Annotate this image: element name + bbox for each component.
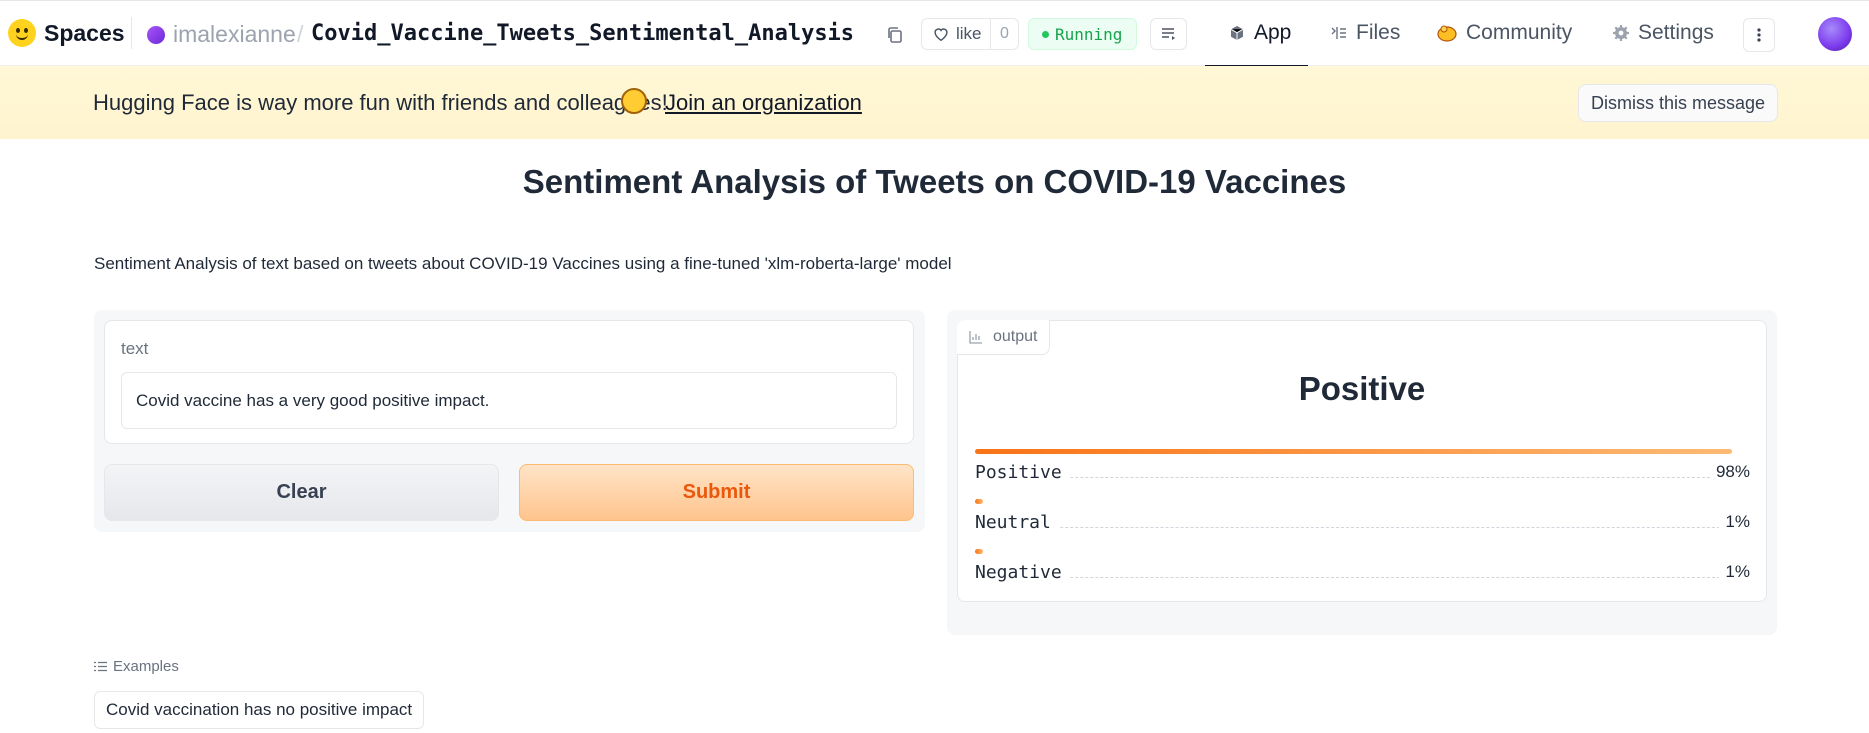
hugging-face-logo-icon <box>8 19 36 47</box>
tab-label: App <box>1254 21 1292 44</box>
confidence-value: 1% <box>1719 512 1750 532</box>
confidence-row-positive: Positive 98% <box>975 460 1750 488</box>
submit-button[interactable]: Submit <box>519 464 914 521</box>
spaces-home-link[interactable]: Spaces <box>8 19 125 47</box>
owner-avatar[interactable] <box>147 26 165 44</box>
brand-name: Spaces <box>44 19 125 46</box>
tab-app[interactable]: App <box>1228 21 1291 45</box>
more-vertical-icon <box>1757 28 1761 42</box>
like-label: like <box>956 24 982 43</box>
tab-label: Files <box>1356 21 1401 44</box>
join-organization-link[interactable]: Join an organization <box>665 90 862 116</box>
confidence-value: 1% <box>1719 562 1750 582</box>
confidence-bar-negative <box>975 549 983 554</box>
app-description: Sentiment Analysis of text based on twee… <box>94 254 952 273</box>
tab-community[interactable]: Community <box>1436 21 1572 45</box>
predicted-label: Positive <box>1298 370 1426 407</box>
chart-icon <box>969 331 982 344</box>
confidence-value: 98% <box>1709 462 1750 482</box>
user-avatar[interactable] <box>1818 17 1852 51</box>
heart-icon <box>934 28 948 42</box>
hugging-emoji-icon <box>621 88 647 114</box>
status-badge[interactable]: Running <box>1028 18 1138 50</box>
examples-header: Examples <box>94 658 179 675</box>
path-separator: / <box>297 21 304 47</box>
tab-files[interactable]: Files <box>1330 21 1400 45</box>
like-count: 0 <box>990 19 1018 49</box>
more-options-button[interactable] <box>1743 18 1775 52</box>
like-button[interactable]: like 0 <box>921 18 1019 50</box>
files-icon <box>1331 27 1346 39</box>
tab-label: Settings <box>1638 21 1714 44</box>
clear-button[interactable]: Clear <box>104 464 499 521</box>
confidence-bar-positive <box>975 449 1732 454</box>
tab-label: Community <box>1466 21 1573 44</box>
confidence-label: Negative <box>975 562 1070 583</box>
text-input-label: text <box>121 339 149 358</box>
tab-settings[interactable]: Settings <box>1612 21 1714 45</box>
confidence-row-neutral: Neutral 1% <box>975 510 1750 538</box>
examples-label: Examples <box>113 658 179 675</box>
logs-icon <box>1161 28 1175 40</box>
copy-icon[interactable] <box>886 26 904 44</box>
banner-message: Hugging Face is way more fun with friend… <box>93 90 668 115</box>
repo-name-link[interactable]: Covid_Vaccine_Tweets_Sentimental_Analysi… <box>311 21 854 46</box>
confidence-label: Neutral <box>975 512 1059 533</box>
app-title: Sentiment Analysis of Tweets on COVID-19… <box>522 163 1347 200</box>
top-nav: Spaces imalexianne / Covid_Vaccine_Tweet… <box>0 0 1869 67</box>
output-tag-label: output <box>993 328 1038 345</box>
logs-button[interactable] <box>1150 18 1187 50</box>
list-icon <box>94 661 107 672</box>
nav-divider <box>131 17 132 49</box>
owner-link[interactable]: imalexianne <box>173 21 296 48</box>
confidence-label: Positive <box>975 462 1070 483</box>
confidence-bar-neutral <box>975 499 983 504</box>
gear-icon <box>1613 25 1629 41</box>
confidence-row-negative: Negative 1% <box>975 560 1750 588</box>
text-input[interactable]: Covid vaccine has a very good positive i… <box>121 372 897 429</box>
cube-icon <box>1230 26 1244 40</box>
dismiss-message-button[interactable]: Dismiss this message <box>1578 84 1778 122</box>
output-tag: output <box>957 320 1051 355</box>
example-item[interactable]: Covid vaccination has no positive impact <box>94 691 425 729</box>
community-icon <box>1437 25 1457 42</box>
